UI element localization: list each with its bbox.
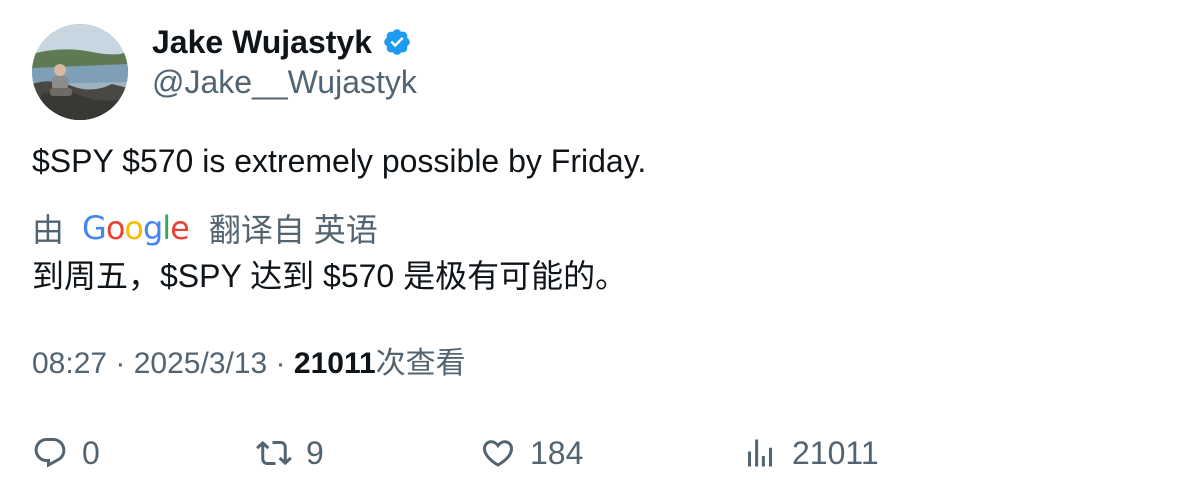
google-logo: Google [82,209,190,247]
avatar-photo [32,24,128,120]
retweet-count: 9 [306,434,324,471]
translated-text: 到周五，$SPY 达到 $570 是极有可能的。 [32,258,628,294]
translation-prefix: 由 [32,212,65,248]
tweet-text: $SPY $570 is extremely possible by Frida… [32,143,647,179]
tweet-date[interactable]: 2025/3/13 [134,347,267,380]
views-chart-icon [748,439,772,467]
meta-separator: · [267,347,294,380]
views-button[interactable]: 21011 [742,428,879,478]
avatar[interactable] [32,24,128,120]
translation-attribution: 由 Google 翻译自 英语 [32,206,378,250]
author-name[interactable]: Jake Wujastyk [152,20,372,64]
like-button[interactable]: 184 [480,428,583,478]
author-name-row[interactable]: Jake Wujastyk [152,20,412,64]
views-label: 次查看 [375,347,466,380]
retweet-button[interactable]: 9 [256,428,324,478]
tweet-time[interactable]: 08:27 [32,347,107,380]
heart-icon [482,440,514,467]
like-count: 184 [530,434,584,471]
meta-separator: · [107,347,134,380]
action-bar: 0 9 184 21011 [0,428,1196,478]
views-count: 21011 [293,347,376,380]
reply-count: 0 [82,434,100,471]
views-action-count: 21011 [792,434,879,471]
author-handle[interactable]: @Jake__Wujastyk [152,62,417,102]
reply-button[interactable]: 0 [32,428,100,478]
retweet-icon [256,440,292,466]
reply-icon [34,438,66,468]
tweet-meta: 08:27 · 2025/3/13 · 21011次查看 [32,342,466,386]
verified-badge-icon [384,29,410,55]
translation-suffix[interactable]: 翻译自 英语 [209,205,378,251]
